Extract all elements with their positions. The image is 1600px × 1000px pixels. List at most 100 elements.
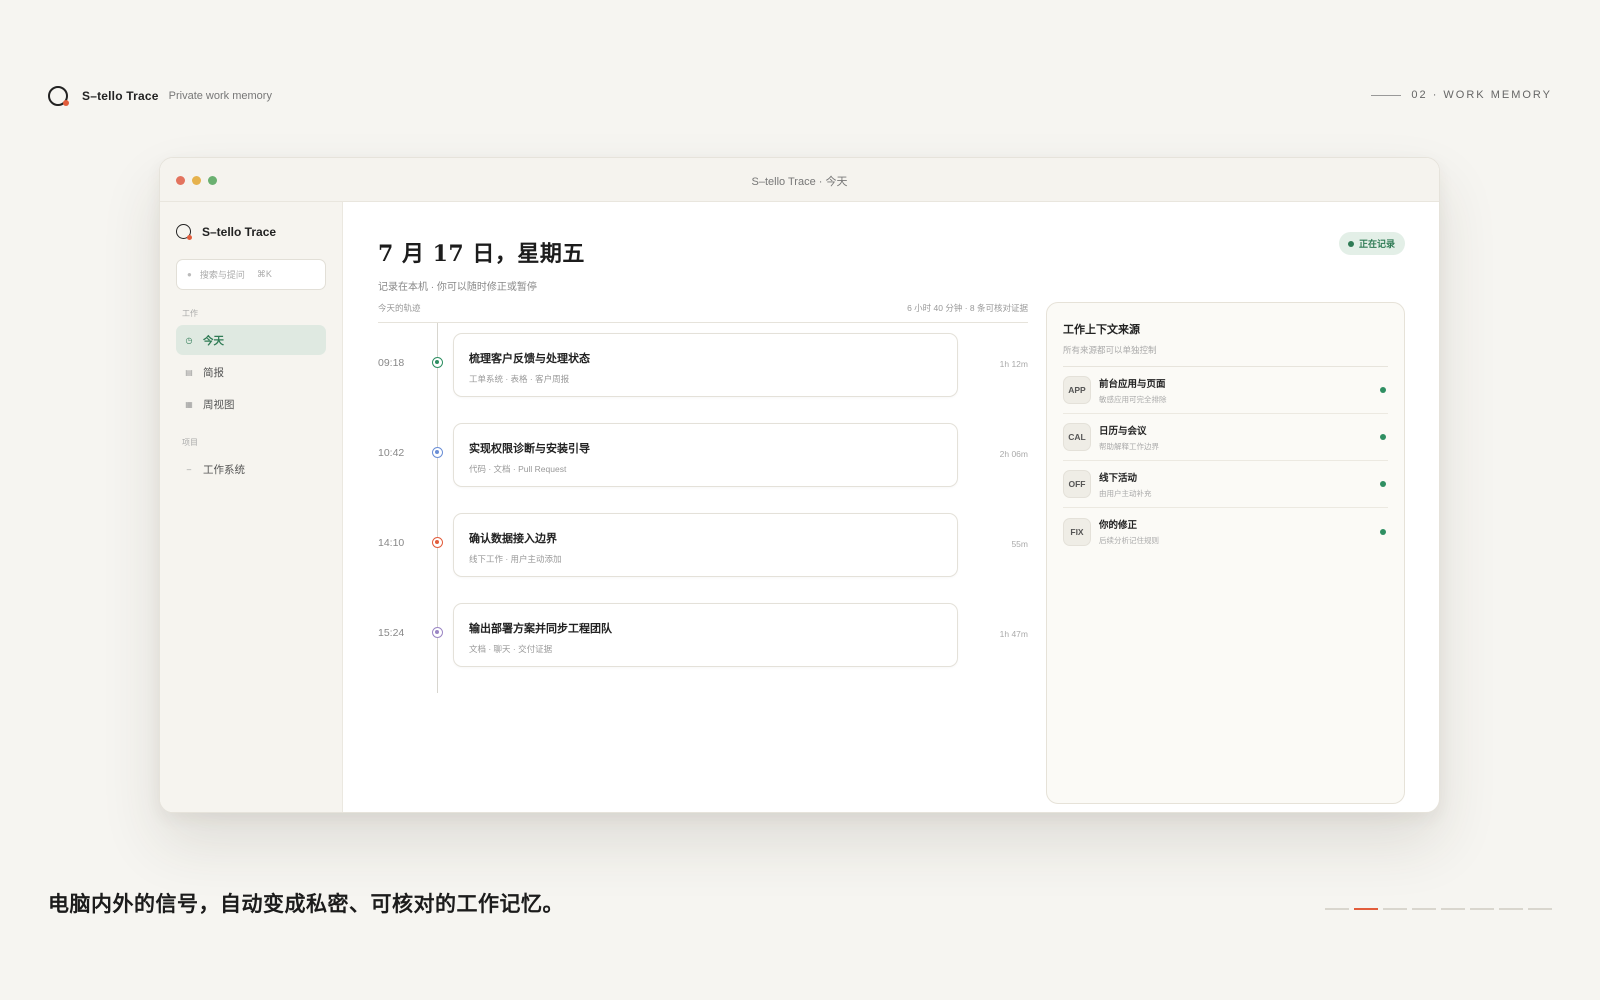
window-title: S–tello Trace · 今天 bbox=[751, 176, 848, 188]
slide-caption: 电脑内外的信号，自动变成私密、可核对的工作记忆。 bbox=[48, 893, 564, 916]
timeline-card[interactable]: 实现权限诊断与安装引导 代码 · 文档 · Pull Request bbox=[453, 423, 958, 487]
timeline: 今天的轨迹 6 小时 40 分钟 · 8 条可核对证据 09:18 梳理客户反馈… bbox=[378, 302, 1028, 693]
source-description: 帮助解释工作边界 bbox=[1099, 441, 1159, 451]
timeline-entry: 10:42 实现权限诊断与安装引导 代码 · 文档 · Pull Request… bbox=[378, 423, 1028, 513]
search-placeholder: 搜索与提问 bbox=[199, 270, 245, 280]
timeline-node-icon bbox=[432, 537, 443, 548]
source-text: 你的修正 后续分析记住规则 bbox=[1099, 517, 1380, 546]
search-shortcut: ⌘K bbox=[256, 269, 272, 279]
dash-icon: – bbox=[186, 464, 192, 474]
sidebar: S–tello Trace ● 搜索与提问 ⌘K 工作 ◷ 今天 ▤ 简报 ▦ bbox=[160, 202, 343, 812]
source-text: 线下活动 由用户主动补充 bbox=[1099, 470, 1380, 499]
pager-segment[interactable] bbox=[1383, 908, 1407, 910]
entry-time: 10:42 bbox=[378, 447, 405, 459]
calendar-icon: ▦ bbox=[185, 399, 193, 409]
entry-time: 15:24 bbox=[378, 627, 405, 639]
search-input[interactable]: ● 搜索与提问 ⌘K bbox=[176, 259, 326, 290]
timeline-node-icon bbox=[432, 357, 443, 368]
source-row-offline[interactable]: OFF 线下活动 由用户主动补充 bbox=[1063, 461, 1388, 508]
clock-icon: ◷ bbox=[185, 335, 193, 345]
panel-title: 工作上下文来源 bbox=[1063, 324, 1140, 336]
sidebar-brand: S–tello Trace bbox=[176, 224, 326, 240]
source-active-dot-icon bbox=[1380, 434, 1386, 440]
entry-time: 14:10 bbox=[378, 537, 405, 549]
section-rule bbox=[1371, 94, 1402, 96]
sidebar-group-label: 工作 bbox=[182, 309, 198, 318]
source-text: 前台应用与页面 敏感应用可完全排除 bbox=[1099, 376, 1380, 405]
section-label: 02 · WORK MEMORY bbox=[1371, 89, 1552, 101]
pager-segment[interactable] bbox=[1499, 908, 1523, 910]
logo-icon bbox=[48, 86, 69, 106]
source-tag: OFF bbox=[1063, 470, 1091, 498]
entry-time: 09:18 bbox=[378, 357, 405, 369]
brand-header: S–tello Trace Private work memory bbox=[48, 86, 272, 106]
sidebar-item-label: 周视图 bbox=[203, 398, 235, 411]
window-titlebar: S–tello Trace · 今天 bbox=[160, 158, 1439, 202]
sidebar-item-week-view[interactable]: ▦ 周视图 bbox=[176, 389, 326, 419]
source-row-calendar[interactable]: CAL 日历与会议 帮助解释工作边界 bbox=[1063, 414, 1388, 461]
timeline-card[interactable]: 输出部署方案并同步工程团队 文档 · 聊天 · 交付证据 bbox=[453, 603, 958, 667]
search-icon: ● bbox=[187, 270, 192, 279]
recording-status-label: 正在记录 bbox=[1358, 239, 1395, 249]
logo-icon bbox=[176, 224, 192, 240]
timeline-list: 09:18 梳理客户反馈与处理状态 工单系统 · 表格 · 客户周报 1h 12… bbox=[378, 323, 1028, 693]
timeline-entry: 09:18 梳理客户反馈与处理状态 工单系统 · 表格 · 客户周报 1h 12… bbox=[378, 333, 1028, 423]
source-title: 日历与会议 bbox=[1099, 425, 1147, 437]
source-tag: FIX bbox=[1063, 517, 1091, 546]
source-description: 敏感应用可完全排除 bbox=[1099, 394, 1167, 404]
grid-icon: ▤ bbox=[185, 367, 193, 377]
recording-dot-icon bbox=[1347, 240, 1354, 247]
source-active-dot-icon bbox=[1380, 387, 1386, 393]
pager-segment[interactable] bbox=[1470, 908, 1494, 910]
timeline-card[interactable]: 确认数据接入边界 线下工作 · 用户主动添加 bbox=[453, 513, 958, 577]
timeline-card[interactable]: 梳理客户反馈与处理状态 工单系统 · 表格 · 客户周报 bbox=[453, 333, 958, 397]
source-title: 线下活动 bbox=[1099, 472, 1138, 484]
source-tag: CAL bbox=[1063, 423, 1091, 451]
entry-sources: 工单系统 · 表格 · 客户周报 bbox=[469, 374, 570, 384]
main-content: 7 月 17 日，星期五 记录在本机 · 你可以随时修正或暂停 正在记录 今天的… bbox=[343, 202, 1439, 812]
entry-title: 确认数据接入边界 bbox=[469, 533, 557, 545]
source-active-dot-icon bbox=[1380, 528, 1386, 535]
entry-duration: 1h 47m bbox=[999, 629, 1028, 639]
timeline-node-icon bbox=[432, 627, 443, 638]
sidebar-item-label: 工作系统 bbox=[203, 463, 245, 476]
sidebar-item-today[interactable]: ◷ 今天 bbox=[176, 325, 326, 355]
pager-segment[interactable] bbox=[1528, 908, 1552, 910]
entry-duration: 2h 06m bbox=[999, 449, 1028, 459]
recording-status-badge[interactable]: 正在记录 bbox=[1338, 232, 1405, 255]
source-description: 后续分析记住规则 bbox=[1099, 536, 1159, 545]
source-tag: APP bbox=[1063, 376, 1091, 404]
panel-subtitle: 所有来源都可以单独控制 bbox=[1063, 344, 1388, 367]
sidebar-item-briefing[interactable]: ▤ 简报 bbox=[176, 357, 326, 387]
brand-tagline: Private work memory bbox=[168, 90, 272, 102]
pager-segment[interactable] bbox=[1325, 908, 1349, 910]
timeline-summary: 6 小时 40 分钟 · 8 条可核对证据 bbox=[907, 303, 1028, 313]
timeline-entry: 14:10 确认数据接入边界 线下工作 · 用户主动添加 55m bbox=[378, 513, 1028, 603]
page-subtitle: 记录在本机 · 你可以随时修正或暂停 bbox=[378, 282, 537, 293]
entry-duration: 55m bbox=[1011, 539, 1028, 549]
source-title: 前台应用与页面 bbox=[1099, 378, 1166, 390]
pager-segment[interactable] bbox=[1412, 908, 1436, 910]
timeline-header: 今天的轨迹 6 小时 40 分钟 · 8 条可核对证据 bbox=[378, 302, 1028, 323]
entry-sources: 线下工作 · 用户主动添加 bbox=[469, 554, 562, 564]
entry-duration: 1h 12m bbox=[999, 359, 1028, 369]
source-row-app[interactable]: APP 前台应用与页面 敏感应用可完全排除 bbox=[1063, 367, 1388, 414]
source-active-dot-icon bbox=[1380, 481, 1386, 487]
slide-pager bbox=[1325, 908, 1552, 910]
source-row-fix[interactable]: FIX 你的修正 后续分析记住规则 bbox=[1063, 508, 1388, 555]
slide: S–tello Trace Private work memory 02 · W… bbox=[0, 0, 1600, 1000]
sidebar-item-label: 简报 bbox=[203, 366, 224, 379]
source-text: 日历与会议 帮助解释工作边界 bbox=[1099, 423, 1380, 452]
pager-segment[interactable] bbox=[1354, 908, 1378, 910]
brand-name: S–tello Trace bbox=[82, 89, 159, 103]
section-label-text: 02 · WORK MEMORY bbox=[1411, 89, 1552, 101]
source-title: 你的修正 bbox=[1099, 520, 1138, 531]
sidebar-group-label: 项目 bbox=[182, 438, 198, 447]
sidebar-brand-name: S–tello Trace bbox=[202, 224, 277, 239]
app-window: S–tello Trace · 今天 S–tello Trace ● 搜索与提问… bbox=[159, 157, 1440, 813]
page-title: 7 月 17 日，星期五 bbox=[378, 241, 585, 267]
window-body: S–tello Trace ● 搜索与提问 ⌘K 工作 ◷ 今天 ▤ 简报 ▦ bbox=[160, 202, 1439, 812]
sidebar-item-work-system[interactable]: – 工作系统 bbox=[176, 454, 326, 484]
pager-segment[interactable] bbox=[1441, 908, 1465, 910]
entry-sources: 代码 · 文档 · Pull Request bbox=[469, 464, 567, 474]
